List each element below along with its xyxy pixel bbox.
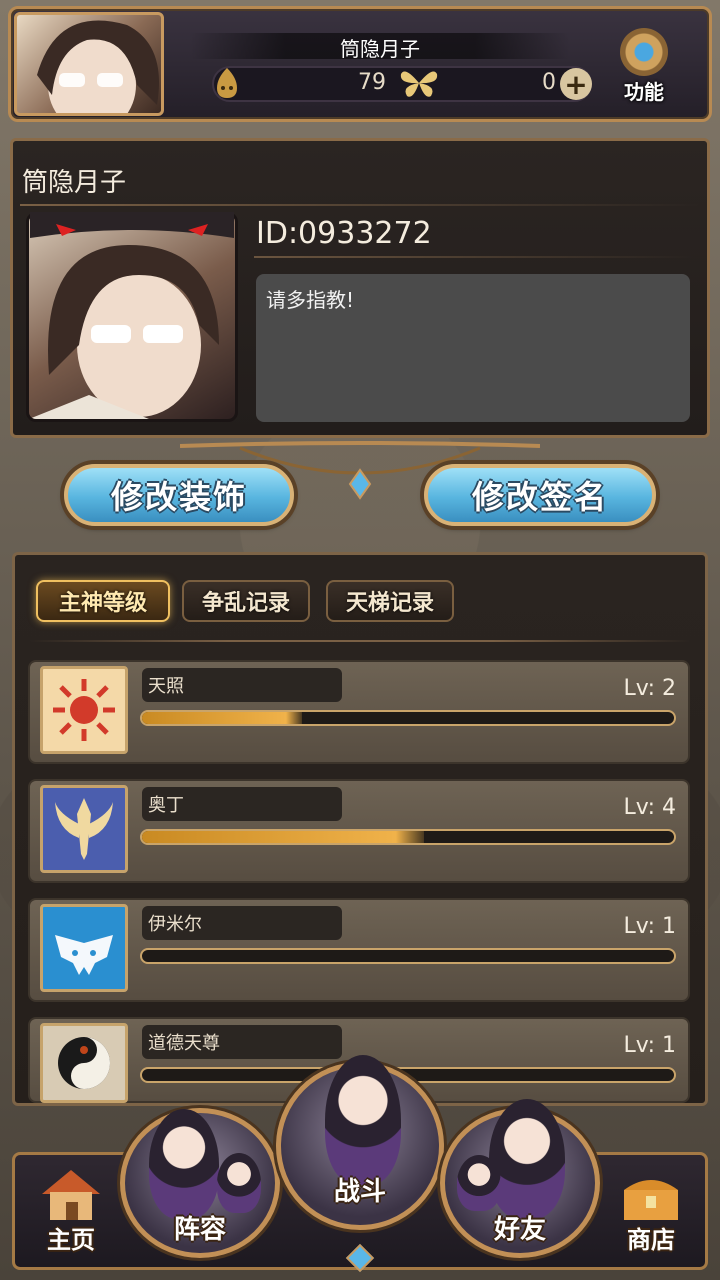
house-icon	[42, 1170, 100, 1220]
sun-icon	[40, 666, 128, 754]
character-chibi	[489, 1099, 565, 1219]
tab-conflict-record[interactable]: 争乱记录	[182, 580, 310, 622]
nav-battle-label: 战斗	[333, 1177, 386, 1207]
character-chibi	[149, 1109, 219, 1219]
resource-2-value: 0	[542, 70, 556, 95]
resource-1-value: 79	[358, 70, 386, 95]
nav-lineup-label: 阵容	[173, 1215, 226, 1245]
tab-god-level[interactable]: 主神等级	[36, 580, 170, 622]
xp-bar	[140, 948, 676, 964]
tab-ladder-record[interactable]: 天梯记录	[326, 580, 454, 622]
xp-fill	[142, 712, 302, 724]
god-level: Lv: 1	[623, 914, 676, 939]
divider	[30, 640, 690, 642]
wing-sword-icon	[40, 785, 128, 873]
nav-shop[interactable]: 商店	[606, 1166, 696, 1266]
ice-beast-icon	[40, 904, 128, 992]
nav-friends[interactable]: 好友	[440, 1099, 600, 1258]
gear-icon	[620, 28, 668, 76]
function-label: 功能	[624, 80, 664, 104]
xp-fill	[142, 831, 424, 843]
treasure-chest-icon	[624, 1180, 678, 1220]
signature-box: 请多指教!	[256, 274, 690, 422]
character-chibi	[457, 1155, 501, 1211]
bear-ears-frame	[30, 212, 234, 238]
divider	[20, 204, 700, 206]
player-avatar[interactable]	[14, 12, 164, 116]
plus-icon[interactable]: +	[560, 68, 592, 101]
divider	[254, 256, 694, 258]
god-name: 伊米尔	[142, 906, 342, 940]
god-name: 奥丁	[142, 787, 342, 821]
edit-signature-button[interactable]: 修改签名	[424, 464, 656, 526]
xp-bar	[140, 829, 676, 845]
profile-name: 筒隐月子	[22, 168, 127, 198]
nav-lineup[interactable]: 阵容	[120, 1108, 280, 1258]
xp-bar	[140, 710, 676, 726]
player-name: 筒隐月子	[190, 33, 570, 61]
god-level: Lv: 1	[623, 1033, 676, 1058]
flame-spirit-icon	[210, 66, 244, 100]
function-button[interactable]: 功能	[614, 28, 674, 106]
signature-text: 请多指教!	[266, 288, 355, 312]
avatar-portrait	[37, 20, 159, 113]
nav-shop-label: 商店	[627, 1226, 675, 1254]
nav-friends-label: 好友	[493, 1215, 546, 1245]
butterfly-icon	[398, 66, 440, 100]
nav-battle[interactable]: 战斗	[276, 1055, 444, 1230]
god-name: 道德天尊	[142, 1025, 342, 1059]
character-chibi	[325, 1055, 401, 1185]
edit-decoration-button[interactable]: 修改装饰	[64, 464, 294, 526]
god-name: 天照	[142, 668, 342, 702]
god-level: Lv: 4	[623, 795, 676, 820]
god-level: Lv: 2	[623, 676, 676, 701]
nav-home[interactable]: 主页	[26, 1166, 116, 1266]
profile-id: ID:0933272	[256, 216, 432, 251]
nav-home-label: 主页	[47, 1226, 95, 1254]
character-chibi	[217, 1153, 261, 1213]
yin-yang-icon	[40, 1023, 128, 1103]
